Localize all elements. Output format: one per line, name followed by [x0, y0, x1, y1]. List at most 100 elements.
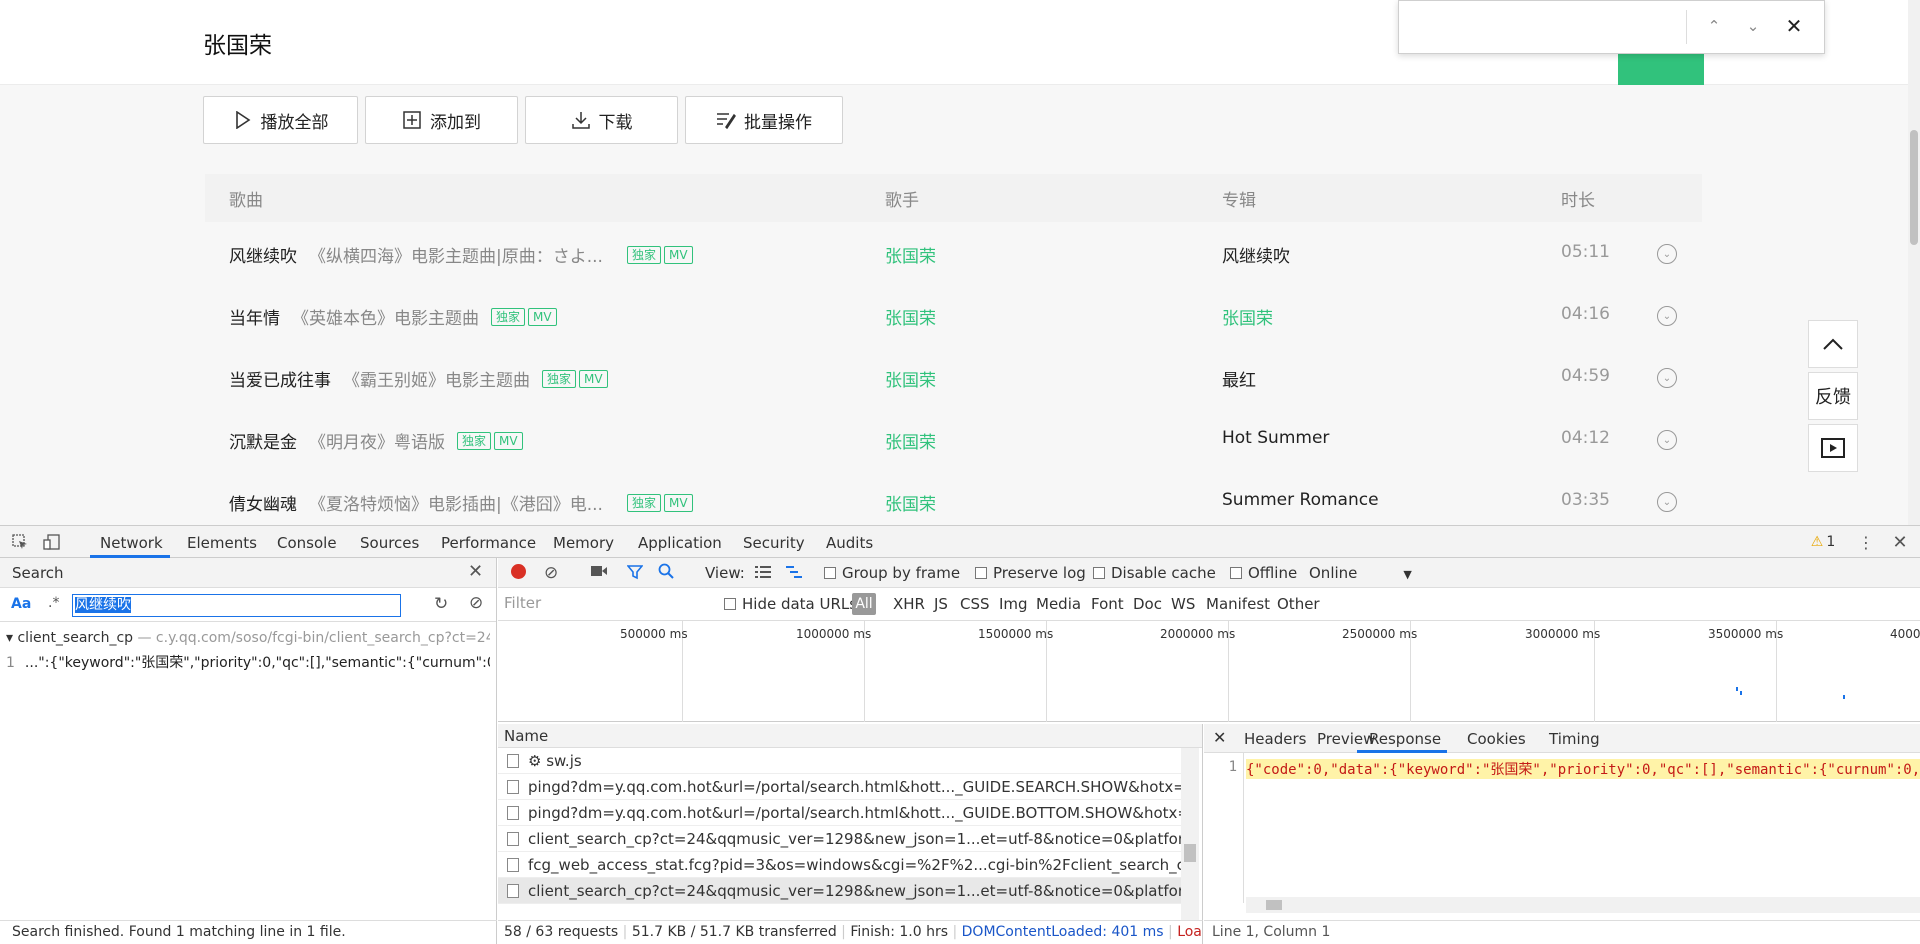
mv-badge[interactable]: MV: [663, 493, 693, 512]
scrollbar-thumb[interactable]: [1910, 130, 1918, 245]
song-row[interactable]: 当爱已成往事 《霸王别姬》电影主题曲 独家 MV 张国荣 最红 04:59 ⌄: [205, 346, 1702, 408]
song-singer[interactable]: 张国荣: [885, 366, 936, 391]
mv-badge[interactable]: MV: [663, 245, 693, 264]
song-singer[interactable]: 张国荣: [885, 490, 936, 515]
song-singer[interactable]: 张国荣: [885, 428, 936, 453]
type-filter-ws[interactable]: WS: [1171, 595, 1195, 613]
offline-checkbox[interactable]: Offline: [1230, 564, 1297, 582]
type-filter-other[interactable]: Other: [1277, 595, 1320, 613]
filter-input[interactable]: Filter: [502, 594, 702, 616]
request-row[interactable]: pingd?dm=y.qq.com.hot&url=/portal/search…: [498, 774, 1188, 800]
tab-security[interactable]: Security: [743, 534, 805, 552]
mv-badge[interactable]: MV: [494, 431, 523, 450]
song-title[interactable]: 倩女幽魂: [229, 490, 297, 515]
find-in-page-box[interactable]: ⌃ ⌄ ✕: [1398, 0, 1825, 54]
tab-cookies[interactable]: Cookies: [1467, 730, 1526, 748]
feedback-button[interactable]: 反馈: [1808, 372, 1858, 420]
mv-badge[interactable]: MV: [528, 307, 557, 326]
request-row[interactable]: client_search_cp?ct=24&qqmusic_ver=1298&…: [498, 826, 1188, 852]
preserve-log-checkbox[interactable]: Preserve log: [975, 564, 1086, 582]
result-file[interactable]: ▾ client_search_cp — c.y.qq.com/soso/fcg…: [6, 630, 490, 646]
song-title[interactable]: 风继续吹: [229, 242, 297, 267]
song-album[interactable]: 风继续吹: [1222, 242, 1290, 267]
tab-timing[interactable]: Timing: [1549, 730, 1600, 748]
clear-icon[interactable]: ⊘: [469, 593, 483, 613]
scrollbar-thumb[interactable]: [1184, 844, 1196, 862]
tab-response[interactable]: Response: [1369, 730, 1441, 748]
tab-application[interactable]: Application: [638, 534, 722, 552]
throttle-select[interactable]: Online ▼: [1309, 564, 1412, 582]
tab-preview[interactable]: Preview: [1317, 730, 1375, 748]
inspect-element-icon[interactable]: [10, 532, 30, 552]
more-menu-icon[interactable]: ⋮: [1856, 532, 1876, 552]
song-title[interactable]: 当爱已成往事: [229, 366, 331, 391]
page-scrollbar[interactable]: [1908, 0, 1920, 525]
song-row[interactable]: 当年情 《英雄本色》电影主题曲 独家 MV 张国荣 张国荣 04:16 ⌄: [205, 284, 1702, 346]
request-row[interactable]: fcg_web_access_stat.fcg?pid=3&os=windows…: [498, 852, 1188, 878]
song-singer[interactable]: 张国荣: [885, 304, 936, 329]
tab-memory[interactable]: Memory: [553, 534, 614, 552]
close-search-icon[interactable]: ✕: [468, 561, 483, 582]
type-filter-manifest[interactable]: Manifest: [1206, 595, 1270, 613]
find-prev-icon[interactable]: ⌃: [1702, 13, 1726, 39]
request-row-selected[interactable]: client_search_cp?ct=24&qqmusic_ver=1298&…: [498, 878, 1188, 904]
mv-badge[interactable]: MV: [579, 369, 608, 388]
tab-audits[interactable]: Audits: [826, 534, 873, 552]
search-input[interactable]: 风继续吹: [72, 594, 401, 617]
find-next-icon[interactable]: ⌄: [1741, 13, 1765, 39]
type-filter-css[interactable]: CSS: [960, 595, 990, 613]
disable-cache-checkbox[interactable]: Disable cache: [1093, 564, 1216, 582]
tab-elements[interactable]: Elements: [187, 534, 257, 552]
player-button[interactable]: [1808, 424, 1858, 472]
hide-data-urls-checkbox[interactable]: Hide data URLs: [724, 595, 857, 613]
network-overview-timeline[interactable]: 500000 ms 1000000 ms 1500000 ms 2000000 …: [498, 621, 1920, 722]
download-button[interactable]: 下载: [525, 96, 678, 144]
type-filter-media[interactable]: Media: [1036, 595, 1081, 613]
more-chevron-icon[interactable]: ⌄: [1657, 368, 1677, 388]
response-body[interactable]: {"code":0,"data":{"keyword":"张国荣","prior…: [1246, 759, 1920, 779]
scrollbar-thumb[interactable]: [1266, 900, 1282, 910]
close-detail-icon[interactable]: ✕: [1213, 728, 1226, 747]
type-filter-img[interactable]: Img: [999, 595, 1028, 613]
type-filter-font[interactable]: Font: [1091, 595, 1124, 613]
type-filter-doc[interactable]: Doc: [1133, 595, 1162, 613]
type-filter-all[interactable]: All: [852, 593, 876, 615]
record-icon[interactable]: [510, 563, 527, 584]
type-filter-xhr[interactable]: XHR: [893, 595, 925, 613]
refresh-icon[interactable]: ↻: [434, 594, 448, 614]
request-row[interactable]: pingd?dm=y.qq.com.hot&url=/portal/search…: [498, 800, 1188, 826]
song-row[interactable]: 倩女幽魂 《夏洛特烦恼》电影插曲|《港囧》电... 独家 MV 张国荣 Summe…: [205, 470, 1702, 525]
tab-performance[interactable]: Performance: [441, 534, 536, 552]
more-chevron-icon[interactable]: ⌄: [1657, 492, 1677, 512]
match-case-toggle[interactable]: Aa: [11, 596, 31, 612]
tab-sources[interactable]: Sources: [360, 534, 419, 552]
warning-icon[interactable]: ⚠ 1: [1808, 532, 1838, 552]
tab-network[interactable]: Network: [100, 534, 163, 552]
song-row[interactable]: 风继续吹 《纵横四海》电影主题曲|原曲：さよ... 独家 MV 张国荣 风继续吹 …: [205, 222, 1702, 284]
more-chevron-icon[interactable]: ⌄: [1657, 306, 1677, 326]
song-album[interactable]: 张国荣: [1222, 304, 1273, 329]
song-album[interactable]: Summer Romance: [1222, 490, 1379, 510]
back-to-top-button[interactable]: [1808, 320, 1858, 368]
song-title[interactable]: 沉默是金: [229, 428, 297, 453]
capture-screenshots-icon[interactable]: [590, 564, 608, 582]
add-to-button[interactable]: 添加到: [365, 96, 518, 144]
filter-icon[interactable]: [626, 564, 644, 584]
song-row[interactable]: 沉默是金 《明月夜》粤语版 独家 MV 张国荣 Hot Summer 04:12 …: [205, 408, 1702, 470]
song-album[interactable]: Hot Summer: [1222, 428, 1329, 448]
close-devtools-icon[interactable]: ✕: [1890, 532, 1910, 553]
name-column-header[interactable]: Name: [498, 724, 1202, 748]
clear-log-icon[interactable]: ⊘: [544, 563, 558, 583]
group-by-frame-checkbox[interactable]: Group by frame: [824, 564, 960, 582]
batch-button[interactable]: 批量操作: [685, 96, 843, 144]
large-rows-icon[interactable]: [754, 565, 772, 583]
search-icon[interactable]: [658, 563, 674, 583]
find-close-icon[interactable]: ✕: [1782, 13, 1806, 39]
request-list-scrollbar[interactable]: [1181, 748, 1199, 920]
type-filter-js[interactable]: JS: [934, 595, 948, 613]
more-chevron-icon[interactable]: ⌄: [1657, 244, 1677, 264]
result-line[interactable]: 1 ...":{"keyword":"张国荣","priority":0,"qc"…: [6, 652, 490, 672]
device-toolbar-icon[interactable]: [42, 532, 62, 552]
song-title[interactable]: 当年情: [229, 304, 280, 329]
song-album[interactable]: 最红: [1222, 366, 1256, 391]
